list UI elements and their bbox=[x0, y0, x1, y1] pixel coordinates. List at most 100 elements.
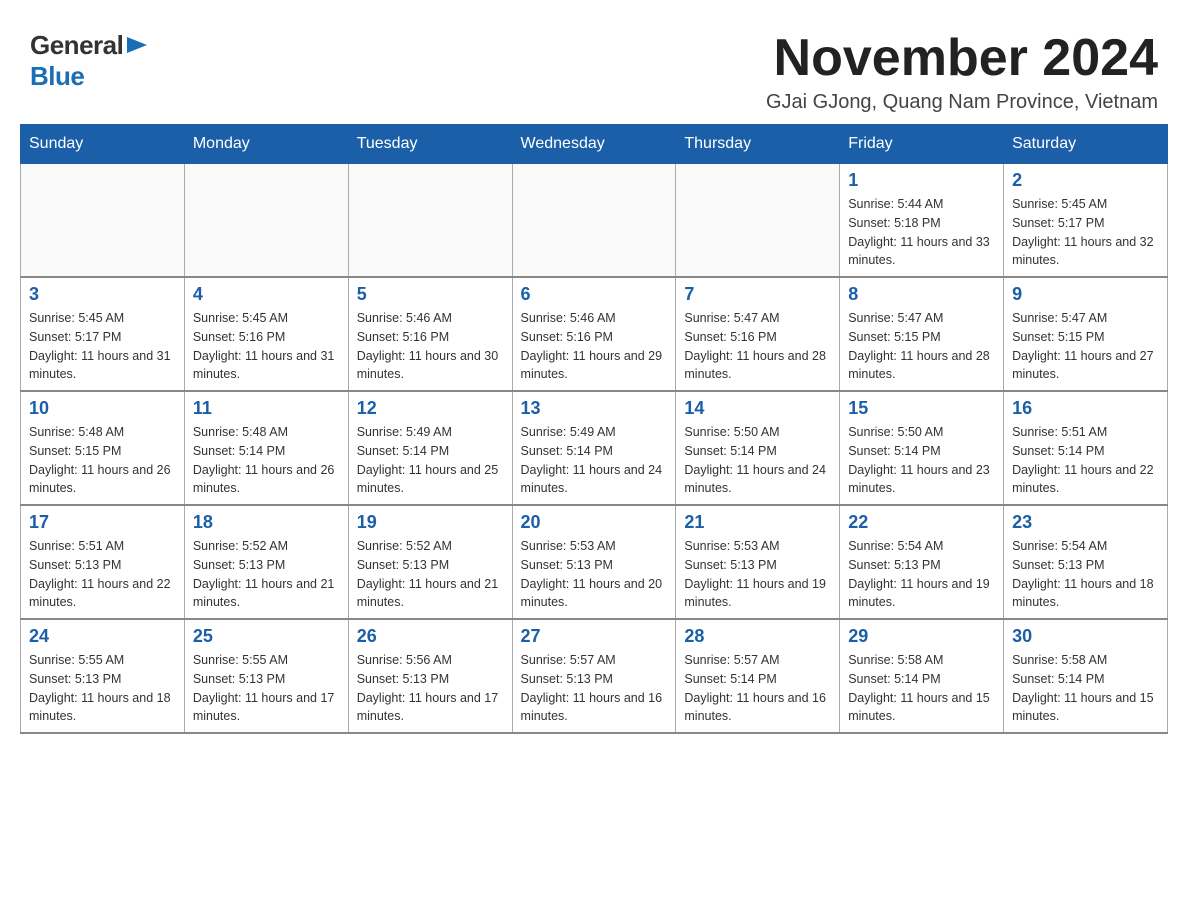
calendar-cell: 9 Sunrise: 5:47 AM Sunset: 5:15 PM Daylig… bbox=[1004, 277, 1168, 391]
day-number: 5 bbox=[357, 284, 504, 305]
day-info: Sunrise: 5:55 AM Sunset: 5:13 PM Dayligh… bbox=[193, 651, 340, 726]
location-text: GJai GJong, Quang Nam Province, Vietnam bbox=[766, 91, 1158, 114]
logo-blue-text: Blue bbox=[30, 61, 84, 92]
calendar-cell: 12 Sunrise: 5:49 AM Sunset: 5:14 PM Dayli… bbox=[348, 391, 512, 505]
day-number: 7 bbox=[684, 284, 831, 305]
calendar-cell: 28 Sunrise: 5:57 AM Sunset: 5:14 PM Dayli… bbox=[676, 619, 840, 733]
day-info: Sunrise: 5:50 AM Sunset: 5:14 PM Dayligh… bbox=[684, 423, 831, 498]
day-number: 18 bbox=[193, 512, 340, 533]
day-number: 25 bbox=[193, 626, 340, 647]
calendar-cell: 25 Sunrise: 5:55 AM Sunset: 5:13 PM Dayli… bbox=[184, 619, 348, 733]
header-monday: Monday bbox=[184, 125, 348, 164]
logo-flag-icon bbox=[127, 37, 147, 57]
day-info: Sunrise: 5:53 AM Sunset: 5:13 PM Dayligh… bbox=[521, 537, 668, 612]
day-number: 3 bbox=[29, 284, 176, 305]
calendar-cell: 16 Sunrise: 5:51 AM Sunset: 5:14 PM Dayli… bbox=[1004, 391, 1168, 505]
page-header: General Blue November 2024 GJai GJong, Q… bbox=[20, 20, 1168, 114]
day-info: Sunrise: 5:51 AM Sunset: 5:14 PM Dayligh… bbox=[1012, 423, 1159, 498]
day-info: Sunrise: 5:48 AM Sunset: 5:14 PM Dayligh… bbox=[193, 423, 340, 498]
day-number: 24 bbox=[29, 626, 176, 647]
calendar-cell: 21 Sunrise: 5:53 AM Sunset: 5:13 PM Dayli… bbox=[676, 505, 840, 619]
calendar-week-2: 3 Sunrise: 5:45 AM Sunset: 5:17 PM Daylig… bbox=[21, 277, 1168, 391]
calendar-cell bbox=[184, 164, 348, 278]
day-number: 2 bbox=[1012, 170, 1159, 191]
day-number: 15 bbox=[848, 398, 995, 419]
day-info: Sunrise: 5:47 AM Sunset: 5:15 PM Dayligh… bbox=[1012, 309, 1159, 384]
day-number: 11 bbox=[193, 398, 340, 419]
day-number: 16 bbox=[1012, 398, 1159, 419]
calendar-cell: 15 Sunrise: 5:50 AM Sunset: 5:14 PM Dayli… bbox=[840, 391, 1004, 505]
logo-general-text: General bbox=[30, 30, 123, 61]
day-info: Sunrise: 5:57 AM Sunset: 5:14 PM Dayligh… bbox=[684, 651, 831, 726]
day-info: Sunrise: 5:49 AM Sunset: 5:14 PM Dayligh… bbox=[521, 423, 668, 498]
calendar-cell: 3 Sunrise: 5:45 AM Sunset: 5:17 PM Daylig… bbox=[21, 277, 185, 391]
calendar-cell: 10Sunrise: 5:48 AM Sunset: 5:15 PM Dayli… bbox=[21, 391, 185, 505]
calendar-cell bbox=[348, 164, 512, 278]
day-info: Sunrise: 5:45 AM Sunset: 5:17 PM Dayligh… bbox=[29, 309, 176, 384]
header-wednesday: Wednesday bbox=[512, 125, 676, 164]
day-number: 26 bbox=[357, 626, 504, 647]
day-number: 4 bbox=[193, 284, 340, 305]
day-info: Sunrise: 5:53 AM Sunset: 5:13 PM Dayligh… bbox=[684, 537, 831, 612]
title-section: November 2024 GJai GJong, Quang Nam Prov… bbox=[766, 30, 1158, 114]
calendar-cell: 19 Sunrise: 5:52 AM Sunset: 5:13 PM Dayli… bbox=[348, 505, 512, 619]
calendar-cell: 13 Sunrise: 5:49 AM Sunset: 5:14 PM Dayli… bbox=[512, 391, 676, 505]
calendar-cell: 24 Sunrise: 5:55 AM Sunset: 5:13 PM Dayli… bbox=[21, 619, 185, 733]
calendar-cell bbox=[21, 164, 185, 278]
day-number: 9 bbox=[1012, 284, 1159, 305]
day-info: Sunrise: 5:44 AM Sunset: 5:18 PM Dayligh… bbox=[848, 195, 995, 270]
day-number: 20 bbox=[521, 512, 668, 533]
calendar-header-row: Sunday Monday Tuesday Wednesday Thursday… bbox=[21, 125, 1168, 164]
day-info: Sunrise: 5:47 AM Sunset: 5:16 PM Dayligh… bbox=[684, 309, 831, 384]
calendar-cell: 11 Sunrise: 5:48 AM Sunset: 5:14 PM Dayli… bbox=[184, 391, 348, 505]
day-info: Sunrise: 5:45 AM Sunset: 5:17 PM Dayligh… bbox=[1012, 195, 1159, 270]
calendar-week-5: 24 Sunrise: 5:55 AM Sunset: 5:13 PM Dayli… bbox=[21, 619, 1168, 733]
day-number: 22 bbox=[848, 512, 995, 533]
logo: General Blue bbox=[30, 30, 147, 92]
day-number: 29 bbox=[848, 626, 995, 647]
calendar-cell: 22Sunrise: 5:54 AM Sunset: 5:13 PM Dayli… bbox=[840, 505, 1004, 619]
calendar-cell: 8 Sunrise: 5:47 AM Sunset: 5:15 PM Daylig… bbox=[840, 277, 1004, 391]
day-info: Sunrise: 5:49 AM Sunset: 5:14 PM Dayligh… bbox=[357, 423, 504, 498]
day-number: 27 bbox=[521, 626, 668, 647]
day-number: 8 bbox=[848, 284, 995, 305]
day-number: 19 bbox=[357, 512, 504, 533]
calendar-cell: 6Sunrise: 5:46 AM Sunset: 5:16 PM Daylig… bbox=[512, 277, 676, 391]
day-info: Sunrise: 5:46 AM Sunset: 5:16 PM Dayligh… bbox=[357, 309, 504, 384]
calendar-cell: 29 Sunrise: 5:58 AM Sunset: 5:14 PM Dayli… bbox=[840, 619, 1004, 733]
day-number: 1 bbox=[848, 170, 995, 191]
day-number: 21 bbox=[684, 512, 831, 533]
header-sunday: Sunday bbox=[21, 125, 185, 164]
calendar-cell: 7 Sunrise: 5:47 AM Sunset: 5:16 PM Daylig… bbox=[676, 277, 840, 391]
day-info: Sunrise: 5:58 AM Sunset: 5:14 PM Dayligh… bbox=[848, 651, 995, 726]
calendar-cell: 17Sunrise: 5:51 AM Sunset: 5:13 PM Dayli… bbox=[21, 505, 185, 619]
day-info: Sunrise: 5:56 AM Sunset: 5:13 PM Dayligh… bbox=[357, 651, 504, 726]
calendar-cell: 26 Sunrise: 5:56 AM Sunset: 5:13 PM Dayli… bbox=[348, 619, 512, 733]
day-number: 12 bbox=[357, 398, 504, 419]
calendar-cell: 14 Sunrise: 5:50 AM Sunset: 5:14 PM Dayli… bbox=[676, 391, 840, 505]
day-info: Sunrise: 5:55 AM Sunset: 5:13 PM Dayligh… bbox=[29, 651, 176, 726]
day-info: Sunrise: 5:46 AM Sunset: 5:16 PM Dayligh… bbox=[521, 309, 668, 384]
day-info: Sunrise: 5:52 AM Sunset: 5:13 PM Dayligh… bbox=[357, 537, 504, 612]
day-number: 30 bbox=[1012, 626, 1159, 647]
day-info: Sunrise: 5:51 AM Sunset: 5:13 PM Dayligh… bbox=[29, 537, 176, 612]
day-number: 10 bbox=[29, 398, 176, 419]
calendar-cell: 2 Sunrise: 5:45 AM Sunset: 5:17 PM Daylig… bbox=[1004, 164, 1168, 278]
header-thursday: Thursday bbox=[676, 125, 840, 164]
calendar-cell: 4 Sunrise: 5:45 AM Sunset: 5:16 PM Daylig… bbox=[184, 277, 348, 391]
day-info: Sunrise: 5:47 AM Sunset: 5:15 PM Dayligh… bbox=[848, 309, 995, 384]
calendar-cell bbox=[676, 164, 840, 278]
calendar-cell: 23Sunrise: 5:54 AM Sunset: 5:13 PM Dayli… bbox=[1004, 505, 1168, 619]
header-friday: Friday bbox=[840, 125, 1004, 164]
day-info: Sunrise: 5:45 AM Sunset: 5:16 PM Dayligh… bbox=[193, 309, 340, 384]
day-info: Sunrise: 5:57 AM Sunset: 5:13 PM Dayligh… bbox=[521, 651, 668, 726]
calendar-table: Sunday Monday Tuesday Wednesday Thursday… bbox=[20, 124, 1168, 734]
day-number: 28 bbox=[684, 626, 831, 647]
day-info: Sunrise: 5:54 AM Sunset: 5:13 PM Dayligh… bbox=[1012, 537, 1159, 612]
header-tuesday: Tuesday bbox=[348, 125, 512, 164]
calendar-cell: 27 Sunrise: 5:57 AM Sunset: 5:13 PM Dayli… bbox=[512, 619, 676, 733]
calendar-cell: 18Sunrise: 5:52 AM Sunset: 5:13 PM Dayli… bbox=[184, 505, 348, 619]
day-info: Sunrise: 5:50 AM Sunset: 5:14 PM Dayligh… bbox=[848, 423, 995, 498]
day-number: 14 bbox=[684, 398, 831, 419]
day-number: 13 bbox=[521, 398, 668, 419]
